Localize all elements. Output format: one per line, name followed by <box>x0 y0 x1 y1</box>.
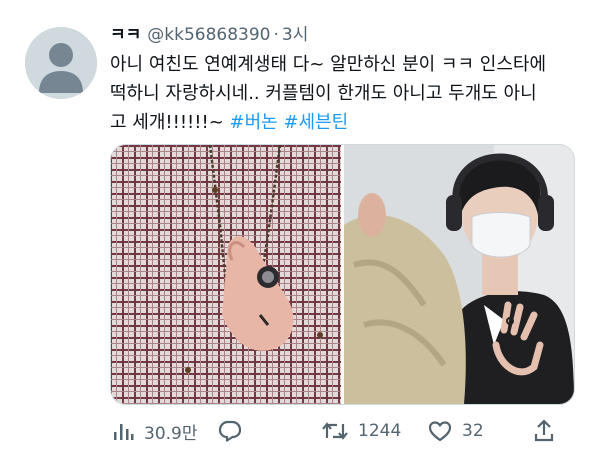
user-handle[interactable]: @kk56868390 <box>147 25 270 45</box>
tweet-text-line: 떡하니 자랑하시네.. 커플템이 한개도 아니고 두개도 아니 <box>110 83 537 104</box>
tweet-text-line-content: 고 세개!!!!!!~ <box>110 112 224 133</box>
reply-button[interactable] <box>218 420 252 442</box>
masked-man-headphones-photo <box>344 145 574 404</box>
checkered-shirt-ring-photo <box>111 145 341 404</box>
tweet-text-line: 아니 여친도 연예계생태 다~ 알만하신 분이 ㅋㅋ 인스타에 <box>110 54 547 75</box>
share-button[interactable] <box>533 419 565 443</box>
separator-dot: · <box>273 25 279 45</box>
views-icon <box>114 424 134 440</box>
retweet-count: 1244 <box>358 421 402 441</box>
views-count: 30.9만 <box>144 423 198 444</box>
like-icon <box>428 421 452 442</box>
hashtag-link[interactable]: #버논 <box>230 112 278 133</box>
tweet-actions: 30.9만 1244 32 <box>110 414 575 448</box>
default-avatar-icon <box>25 27 97 99</box>
hashtag-link[interactable]: #세븐틴 <box>283 112 348 133</box>
tweet-text: 아니 여친도 연예계생태 다~ 알만하신 분이 ㅋㅋ 인스타에 떡하니 자랑하시… <box>110 50 585 137</box>
retweet-button[interactable]: 1244 <box>322 420 401 442</box>
avatar[interactable] <box>25 27 97 99</box>
media-photo-left[interactable] <box>111 145 341 404</box>
retweet-icon <box>322 422 348 440</box>
timestamp[interactable]: 3시 <box>282 25 308 45</box>
like-button[interactable]: 32 <box>428 420 484 442</box>
views-button[interactable]: 30.9만 <box>112 419 198 444</box>
reply-icon <box>218 420 242 442</box>
tweet-text-line: 고 세개!!!!!!~ #버논 #세븐틴 <box>110 108 585 137</box>
like-count: 32 <box>462 421 484 441</box>
tweet-media <box>110 144 575 405</box>
share-icon <box>534 419 554 442</box>
tweet-header: ㅋㅋ @kk56868390 · 3시 <box>110 24 308 46</box>
display-name[interactable]: ㅋㅋ <box>110 25 141 45</box>
media-photo-right[interactable] <box>344 145 574 404</box>
